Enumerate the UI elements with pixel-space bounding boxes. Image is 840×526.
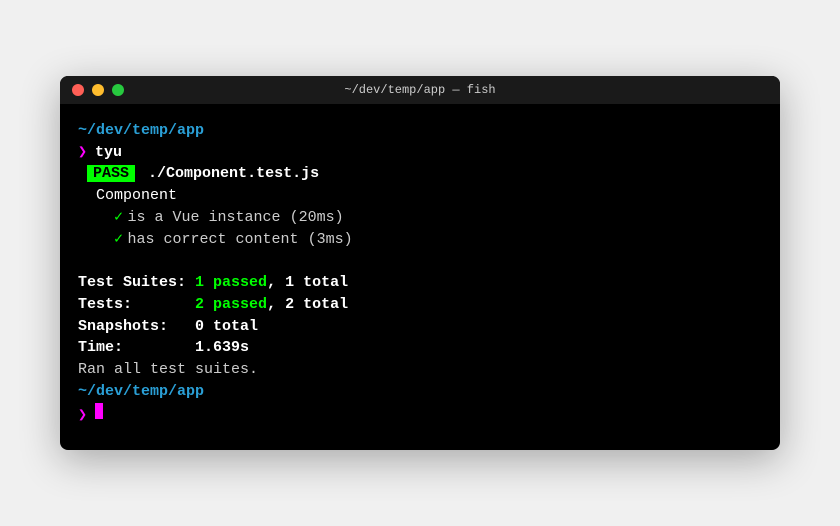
terminal-body[interactable]: ~/dev/temp/app ❯ tyu PASS ./Component.te…	[60, 104, 780, 451]
pass-badge: PASS	[87, 165, 135, 182]
check-icon: ✓	[114, 231, 123, 248]
prompt-symbol: ❯	[78, 405, 87, 427]
test-line: ✓ has correct content (3ms)	[78, 229, 762, 251]
prompt-symbol: ❯	[78, 142, 87, 164]
command-text: tyu	[95, 142, 122, 164]
test-name: is a Vue instance	[128, 209, 281, 226]
minimize-icon[interactable]	[92, 84, 104, 96]
window-title: ~/dev/temp/app — fish	[60, 83, 780, 97]
cwd-line: ~/dev/temp/app	[78, 381, 762, 403]
titlebar: ~/dev/temp/app — fish	[60, 76, 780, 104]
summary-snapshots: Snapshots: 0 total	[78, 316, 762, 338]
test-time: (20ms)	[290, 209, 344, 226]
terminal-window: ~/dev/temp/app — fish ~/dev/temp/app ❯ t…	[60, 76, 780, 451]
maximize-icon[interactable]	[112, 84, 124, 96]
check-icon: ✓	[114, 209, 123, 226]
summary-time: Time: 1.639s	[78, 337, 762, 359]
cursor	[95, 403, 103, 419]
test-line: ✓ is a Vue instance (20ms)	[78, 207, 762, 229]
close-icon[interactable]	[72, 84, 84, 96]
result-header: PASS ./Component.test.js	[78, 163, 762, 185]
test-time: (3ms)	[308, 231, 353, 248]
prompt-line: ❯	[78, 403, 762, 427]
blank-line	[78, 250, 762, 272]
test-name: has correct content	[128, 231, 299, 248]
cwd-line: ~/dev/temp/app	[78, 120, 762, 142]
summary-suites: Test Suites: 1 passed, 1 total	[78, 272, 762, 294]
suite-name: Component	[78, 185, 762, 207]
summary-tests: Tests: 2 passed, 2 total	[78, 294, 762, 316]
traffic-lights	[72, 84, 124, 96]
prompt-line: ❯ tyu	[78, 142, 762, 164]
test-file: ./Component.test.js	[148, 165, 319, 182]
summary-ran: Ran all test suites.	[78, 359, 762, 381]
